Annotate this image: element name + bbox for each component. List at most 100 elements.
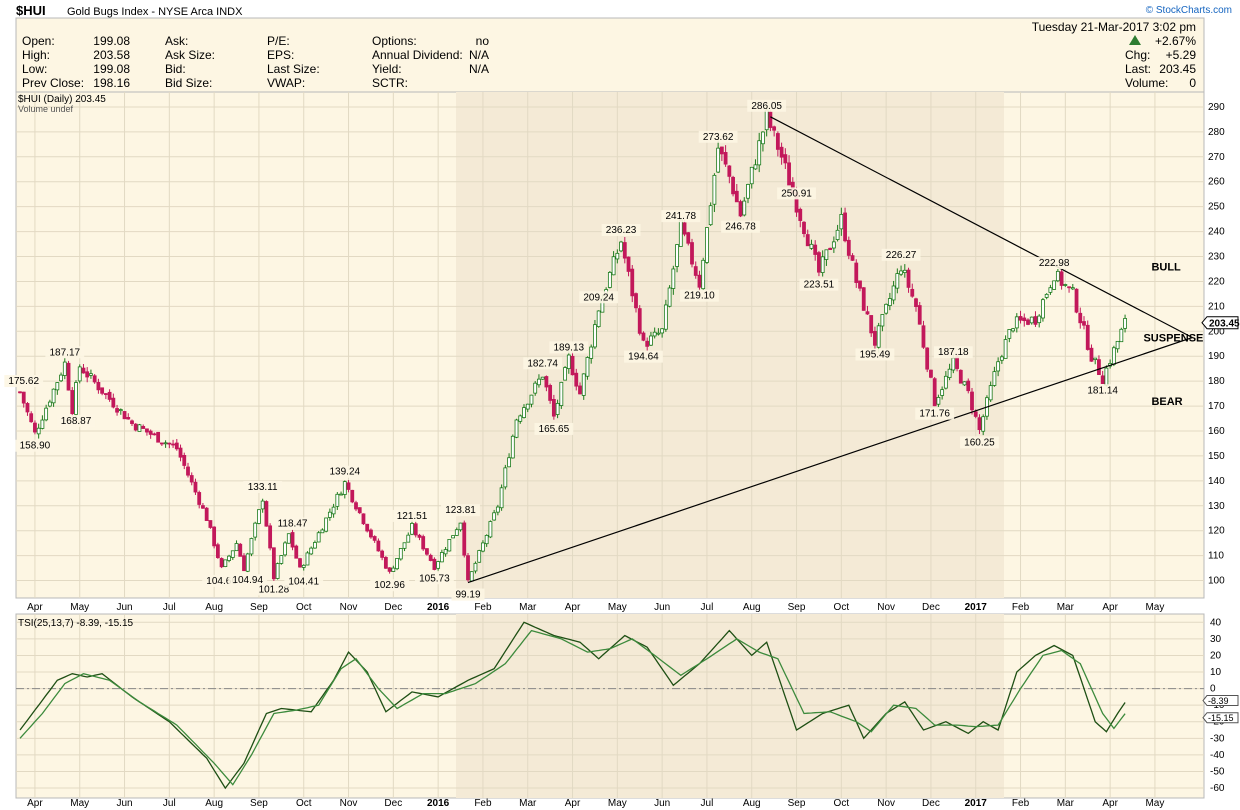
- candle-body: [126, 417, 131, 420]
- candle-body: [719, 146, 724, 155]
- price-label: 118.47: [278, 519, 308, 530]
- candle-body: [958, 369, 963, 384]
- candle-body: [757, 140, 762, 166]
- candle-body: [428, 554, 433, 561]
- candle-body: [630, 268, 635, 297]
- candle-body: [738, 201, 743, 217]
- candle-body: [921, 325, 926, 348]
- candle-body: [723, 152, 728, 165]
- candle-body: [253, 522, 258, 538]
- candle-body: [354, 502, 358, 510]
- y-tick-label: 140: [1208, 476, 1225, 487]
- candle-body: [342, 481, 347, 495]
- y-tick-label: 130: [1208, 501, 1225, 512]
- candle-body: [1063, 284, 1068, 286]
- candle-body: [1119, 328, 1124, 343]
- price-label: 139.24: [330, 467, 361, 478]
- candle-body: [518, 415, 523, 422]
- candle-body: [749, 166, 754, 185]
- price-label: 181.14: [1087, 385, 1118, 396]
- candle-body: [152, 433, 157, 436]
- candle-body: [223, 559, 228, 567]
- candle-body: [932, 378, 937, 407]
- candle-body: [828, 247, 833, 251]
- candle-body: [208, 520, 213, 528]
- candle-body: [817, 252, 821, 273]
- index-name: Gold Bugs Index - NYSE Arca INDX: [67, 6, 243, 18]
- x-tick-label: May: [70, 602, 89, 613]
- x-tick-label: Feb: [474, 602, 492, 613]
- candle-body: [335, 493, 340, 507]
- candle-body: [197, 492, 202, 505]
- candle-body: [111, 397, 116, 408]
- candle-body: [712, 174, 717, 205]
- candle-body: [309, 547, 314, 555]
- candle-body: [62, 361, 67, 376]
- candle-body: [705, 227, 709, 263]
- candle-body: [189, 475, 194, 483]
- y-tick-label: 150: [1208, 451, 1225, 462]
- candle-body: [615, 252, 620, 260]
- candle-body: [36, 427, 41, 435]
- candle-body: [820, 256, 825, 273]
- candle-body: [503, 467, 508, 488]
- candle-body: [466, 555, 470, 581]
- x-tick-label: Sep: [788, 798, 806, 809]
- x-tick-label: Oct: [834, 798, 850, 809]
- candle-body: [33, 422, 37, 433]
- tsi-tick-label: 40: [1210, 617, 1222, 628]
- y-tick-label: 250: [1208, 202, 1225, 213]
- candle-body: [861, 287, 866, 311]
- chg-label: Chg:: [1125, 48, 1150, 62]
- price-label: 246.78: [725, 222, 756, 233]
- x-tick-label: Jun: [654, 602, 670, 613]
- candle-body: [29, 413, 34, 423]
- candle-body: [324, 517, 329, 532]
- candle-body: [593, 324, 597, 348]
- stat-label: VWAP:: [267, 76, 305, 90]
- candle-body: [227, 555, 231, 561]
- candle-body: [376, 540, 381, 552]
- candle-body: [1014, 316, 1019, 329]
- volume-legend: Volume undef: [18, 104, 74, 114]
- volume-value: 0: [1189, 76, 1196, 90]
- candle-body: [835, 229, 840, 240]
- candle-body: [671, 268, 676, 289]
- candle-body: [686, 232, 691, 244]
- candle-body: [163, 442, 168, 445]
- x-tick-label: 2016: [427, 798, 450, 809]
- stat-value: 199.08: [93, 34, 130, 48]
- candle-body: [182, 455, 187, 466]
- candle-body: [831, 241, 836, 249]
- price-label: 99.19: [455, 590, 480, 601]
- candle-body: [410, 523, 414, 535]
- candle-body: [1044, 293, 1049, 298]
- x-tick-label: Dec: [384, 798, 402, 809]
- candle-body: [555, 402, 560, 415]
- candle-body: [544, 376, 549, 388]
- candle-body: [1070, 287, 1075, 290]
- candle-body: [955, 356, 959, 369]
- candle-body: [451, 535, 455, 539]
- candle-body: [1115, 340, 1120, 350]
- candle-body: [204, 507, 209, 521]
- candle-body: [1052, 280, 1057, 290]
- candle-body: [742, 200, 747, 216]
- candle-body: [529, 394, 534, 405]
- candle-body: [44, 407, 49, 421]
- candle-body: [257, 509, 261, 524]
- candle-body: [652, 331, 657, 337]
- stat-value: 203.58: [93, 48, 130, 62]
- candle-body: [943, 375, 948, 389]
- candle-body: [809, 243, 814, 249]
- candle-body: [697, 274, 702, 288]
- candle-body: [973, 411, 978, 417]
- candle-body: [283, 542, 287, 556]
- x-tick-label: Oct: [296, 798, 312, 809]
- price-label: 105.73: [419, 573, 450, 584]
- candle-body: [443, 549, 448, 555]
- candle-body: [626, 256, 631, 272]
- candle-body: [425, 548, 429, 555]
- candle-body: [607, 272, 612, 288]
- candle-body: [936, 397, 941, 405]
